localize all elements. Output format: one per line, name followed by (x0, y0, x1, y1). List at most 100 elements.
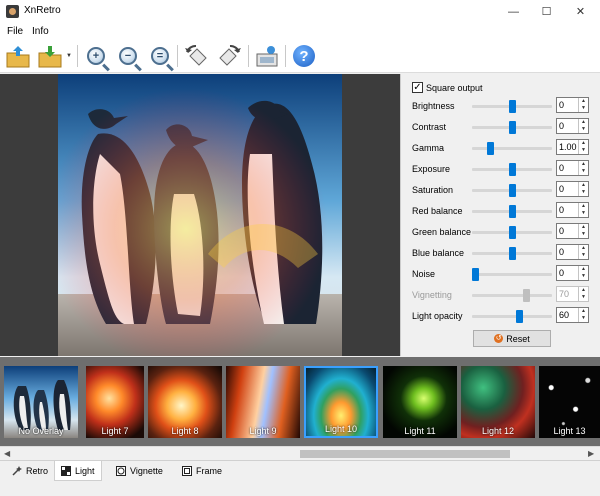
menu-bar (0, 23, 600, 40)
horizontal-scrollbar[interactable]: ◀ ▶ (0, 446, 600, 460)
toolbar-separator (285, 45, 286, 67)
spin-arrows-icon[interactable]: ▲ ▼ (578, 308, 588, 322)
slider-thumb[interactable] (508, 247, 516, 260)
frame-icon (182, 466, 192, 476)
value-spinbox[interactable]: 0 ▲ ▼ (556, 202, 589, 218)
rotate-left-button[interactable] (184, 43, 210, 69)
tab-light[interactable]: Light (54, 461, 102, 481)
save-icon (38, 46, 62, 68)
tab-frame[interactable]: Frame (176, 461, 228, 481)
export-button[interactable] (254, 43, 280, 69)
square-output-label: Square output (426, 83, 483, 93)
save-button[interactable] (37, 43, 63, 69)
menu-file[interactable]: File (7, 26, 23, 37)
value-spinbox[interactable]: 0 ▲ ▼ (556, 223, 589, 239)
slider-track[interactable] (472, 147, 552, 150)
scroll-left-icon[interactable]: ◀ (4, 449, 10, 458)
slider-thumb (523, 289, 531, 302)
spin-arrows-icon[interactable]: ▲ ▼ (578, 182, 588, 196)
tab-retro[interactable]: Retro (6, 461, 54, 481)
spin-arrows-icon[interactable]: ▲ ▼ (578, 161, 588, 175)
zoom-in-button[interactable]: + (83, 43, 109, 69)
value-spinbox[interactable]: 0 ▲ ▼ (556, 118, 589, 134)
spinbox-value: 60 (559, 310, 570, 320)
export-icon (256, 46, 278, 67)
open-icon (6, 46, 30, 68)
slider-thumb[interactable] (508, 226, 516, 239)
save-dropdown-icon[interactable]: ▼ (66, 53, 72, 59)
spin-arrows-icon[interactable]: ▲ ▼ (578, 203, 588, 217)
overlay-label: Light 9 (249, 426, 277, 436)
spinbox-value: 70 (559, 289, 570, 299)
spin-arrows-icon[interactable]: ▲ ▼ (578, 266, 588, 280)
overlay-thumbnail[interactable]: No Overlay (4, 366, 78, 438)
square-output-checkbox[interactable]: ✓ (412, 82, 423, 93)
value-spinbox[interactable]: 0 ▲ ▼ (556, 244, 589, 260)
tab-vignette[interactable]: Vignette (110, 461, 169, 481)
overlay-thumbnail[interactable]: Light 12 (461, 366, 535, 438)
scroll-right-icon[interactable]: ▶ (588, 449, 594, 458)
wand-icon (12, 466, 22, 476)
slider-track[interactable] (472, 273, 552, 276)
spin-arrows-icon[interactable]: ▲ ▼ (578, 245, 588, 259)
overlay-thumbnail[interactable]: Light 7 (86, 366, 144, 438)
spinbox-value: 1.00 (559, 142, 577, 152)
close-button[interactable]: ✕ (564, 0, 597, 23)
open-button[interactable] (5, 43, 31, 69)
slider-thumb[interactable] (508, 121, 516, 134)
zoom-fit-button[interactable]: = (147, 43, 173, 69)
window-title: XnRetro (24, 5, 61, 16)
overlay-thumbnail[interactable]: Light 8 (148, 366, 222, 438)
overlay-label: Light 12 (481, 426, 515, 436)
scrollbar-thumb[interactable] (300, 450, 510, 458)
minimize-button[interactable]: — (497, 0, 530, 23)
overlay-thumbnail[interactable]: Light 13 (539, 366, 600, 438)
toolbar-separator (77, 45, 78, 67)
reset-button[interactable]: ↺ Reset (473, 330, 551, 347)
spin-arrows-icon[interactable]: ▲ ▼ (578, 287, 588, 301)
value-spinbox[interactable]: 0 ▲ ▼ (556, 265, 589, 281)
slider-thumb[interactable] (515, 310, 523, 323)
value-spinbox[interactable]: 0 ▲ ▼ (556, 181, 589, 197)
preview-image[interactable] (58, 74, 342, 356)
slider-label: Contrast (412, 122, 447, 132)
spinbox-value: 0 (559, 163, 565, 173)
overlay-thumbnail[interactable]: Light 11 (383, 366, 457, 438)
spin-arrows-icon[interactable]: ▲ ▼ (578, 119, 588, 133)
slider-label: Gamma (412, 143, 445, 153)
overlay-label: Light 13 (553, 426, 586, 436)
value-spinbox[interactable]: 60 ▲ ▼ (556, 307, 589, 323)
value-spinbox[interactable]: 0 ▲ ▼ (556, 160, 589, 176)
spin-arrows-icon[interactable]: ▲ ▼ (578, 224, 588, 238)
rotate-left-icon (185, 45, 207, 66)
value-spinbox: 70 ▲ ▼ (556, 286, 589, 302)
value-spinbox[interactable]: 0 ▲ ▼ (556, 97, 589, 113)
slider-thumb[interactable] (508, 163, 516, 176)
overlay-thumbnail[interactable]: Light 10 (304, 366, 378, 438)
vignette-icon (116, 466, 126, 476)
zoom-in-icon: + (87, 47, 105, 65)
zoom-out-button[interactable]: − (115, 43, 141, 69)
spin-arrows-icon[interactable]: ▲ ▼ (578, 140, 588, 154)
maximize-button[interactable]: ☐ (530, 0, 563, 23)
help-button[interactable]: ? (291, 43, 317, 69)
spinbox-value: 0 (559, 121, 565, 131)
rotate-right-button[interactable] (216, 43, 242, 69)
menu-info[interactable]: Info (32, 26, 49, 37)
slider-label: Green balance (412, 227, 472, 237)
value-spinbox[interactable]: 1.00 ▲ ▼ (556, 139, 589, 155)
slider-thumb[interactable] (508, 205, 516, 218)
status-bar (0, 481, 600, 496)
slider-thumb[interactable] (472, 268, 479, 281)
slider-thumb[interactable] (487, 142, 495, 155)
overlay-label: No Overlay (18, 426, 64, 436)
slider-track[interactable] (472, 315, 552, 318)
spin-arrows-icon[interactable]: ▲ ▼ (578, 98, 588, 112)
rotate-right-icon (219, 45, 241, 66)
spinbox-value: 0 (559, 247, 565, 257)
overlay-thumbnail[interactable]: Light 9 (226, 366, 300, 438)
app-icon (6, 5, 19, 18)
toolbar-separator (177, 45, 178, 67)
slider-thumb[interactable] (508, 184, 516, 197)
slider-thumb[interactable] (508, 100, 516, 113)
